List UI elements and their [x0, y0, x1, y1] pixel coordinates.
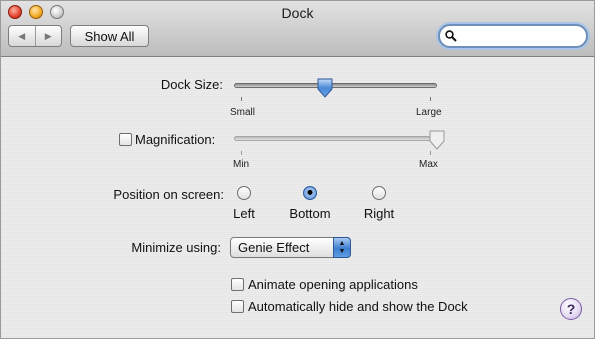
- help-icon: ?: [566, 301, 576, 317]
- search-input[interactable]: [460, 28, 584, 44]
- search-icon: [445, 30, 457, 42]
- magnification-slider-track[interactable]: [234, 136, 437, 141]
- minimize-label: Minimize using:: [131, 240, 221, 255]
- forward-button[interactable]: ▶: [36, 26, 62, 46]
- show-all-button[interactable]: Show All: [70, 25, 149, 47]
- magnification-checkbox[interactable]: [119, 133, 132, 146]
- dock-size-max-label: Large: [416, 107, 442, 118]
- position-label: Position on screen:: [113, 187, 224, 202]
- magnification-min-tick: [241, 151, 242, 155]
- magnification-max-tick: [430, 151, 431, 155]
- forward-arrow-icon: ▶: [44, 30, 52, 41]
- dock-size-min-label: Small: [230, 107, 256, 118]
- position-bottom-radio[interactable]: [303, 186, 317, 200]
- autohide-checkbox[interactable]: [231, 300, 244, 313]
- magnification-slider-thumb[interactable]: [429, 130, 445, 150]
- back-forward-control: ◀ ▶: [8, 25, 62, 47]
- back-button[interactable]: ◀: [9, 26, 36, 46]
- animate-checkbox[interactable]: [231, 278, 244, 291]
- dock-size-label: Dock Size:: [160, 77, 223, 92]
- title-bar: Dock ◀ ▶ Show All: [1, 1, 594, 57]
- position-right-label: Right: [363, 206, 395, 221]
- position-left-label: Left: [233, 206, 255, 221]
- position-right-radio[interactable]: [372, 186, 386, 200]
- magnification-label: Magnification:: [135, 132, 216, 147]
- position-left-radio[interactable]: [237, 186, 251, 200]
- dock-size-min-tick: [241, 97, 242, 101]
- minimize-effect-value: Genie Effect: [238, 240, 310, 255]
- dock-preferences-window: Dock ◀ ▶ Show All Dock Size: Small Large…: [0, 0, 595, 339]
- dock-size-slider-track[interactable]: [234, 83, 437, 88]
- minimize-effect-popup[interactable]: Genie Effect ▲ ▼: [230, 237, 351, 258]
- window-title: Dock: [281, 5, 314, 21]
- search-field[interactable]: [438, 24, 588, 48]
- dock-size-max-tick: [430, 97, 431, 101]
- popup-arrows-icon: ▲ ▼: [333, 237, 351, 258]
- magnification-min-label: Min: [233, 159, 250, 170]
- back-arrow-icon: ◀: [18, 30, 26, 41]
- autohide-label: Automatically hide and show the Dock: [248, 299, 468, 314]
- position-bottom-label: Bottom: [289, 206, 331, 221]
- magnification-max-label: Max: [419, 159, 438, 170]
- help-button[interactable]: ?: [560, 298, 582, 320]
- animate-label: Animate opening applications: [248, 277, 418, 292]
- dock-size-slider-thumb[interactable]: [317, 78, 333, 98]
